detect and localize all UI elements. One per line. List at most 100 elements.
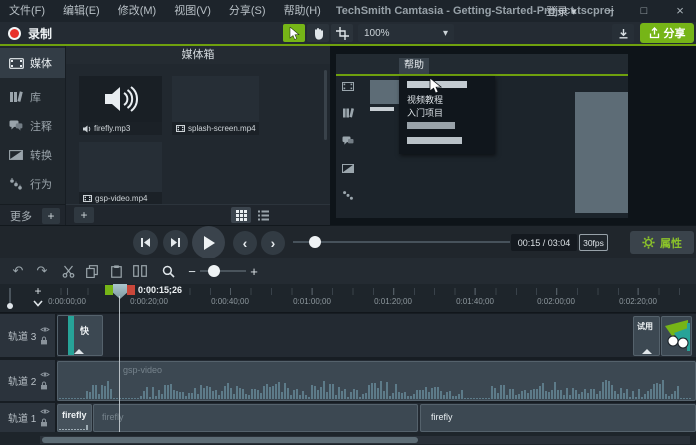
close-button[interactable]: × bbox=[666, 0, 694, 22]
timeline-zoom-in-button[interactable]: + bbox=[246, 263, 262, 279]
eye-icon[interactable] bbox=[40, 408, 50, 415]
timeline-toolbar: ↶ ↷ − + bbox=[0, 258, 696, 284]
import-media-button[interactable]: + bbox=[74, 207, 94, 223]
media-item-firefly-label[interactable]: firefly.mp3 bbox=[79, 122, 162, 135]
track3-lane[interactable] bbox=[57, 314, 696, 357]
crop-tool-button[interactable] bbox=[331, 24, 353, 42]
menu-help[interactable]: 帮助(H) bbox=[275, 0, 330, 22]
list-view-button[interactable] bbox=[254, 207, 272, 223]
track2-gsp-video-clip[interactable]: gsp-video bbox=[57, 361, 696, 401]
scissors-icon bbox=[62, 265, 75, 278]
play-button[interactable] bbox=[192, 226, 225, 259]
sidebar-more-button[interactable]: 更多 bbox=[10, 208, 32, 224]
menu-modify[interactable]: 修改(M) bbox=[109, 0, 166, 22]
minimize-button[interactable]: ─ bbox=[596, 0, 624, 22]
scrub-slider-track[interactable] bbox=[293, 241, 510, 243]
scrub-slider-handle[interactable] bbox=[309, 236, 321, 248]
time-display: 00:15 / 03:04 bbox=[511, 234, 577, 251]
sidebar-item-transitions[interactable]: 转换 bbox=[0, 142, 65, 168]
books-icon bbox=[8, 91, 24, 103]
step-back-button[interactable] bbox=[133, 230, 158, 255]
menu-edit[interactable]: 编辑(E) bbox=[54, 0, 109, 22]
media-item-gsp-thumbnail[interactable] bbox=[79, 142, 162, 192]
zoom-level-select[interactable]: 100% ▾ bbox=[358, 24, 454, 42]
timeline-zoom-slider-track[interactable] bbox=[200, 270, 246, 272]
media-bin-scrollbar[interactable] bbox=[324, 70, 327, 140]
playhead-handle[interactable] bbox=[113, 284, 127, 299]
video-icon bbox=[176, 125, 185, 132]
menu-view[interactable]: 视图(V) bbox=[165, 0, 220, 22]
menu-bar: 文件(F) 编辑(E) 修改(M) 视图(V) 分享(S) 帮助(H) Tech… bbox=[0, 0, 696, 22]
add-tab-button[interactable]: + bbox=[42, 208, 60, 224]
paste-button[interactable] bbox=[108, 263, 124, 279]
add-track-button[interactable]: + bbox=[30, 284, 46, 298]
next-clip-button[interactable]: › bbox=[261, 231, 285, 255]
track3-graphic-clip[interactable] bbox=[661, 316, 692, 356]
ruler-label: 0:00:20;00 bbox=[130, 297, 168, 306]
lock-icon[interactable] bbox=[40, 418, 48, 427]
video-help-menu-label: 帮助 bbox=[399, 58, 429, 74]
media-item-splash-label[interactable]: splash-screen.mp4 bbox=[172, 122, 259, 135]
share-button[interactable]: 分享 bbox=[640, 23, 694, 43]
track1-header[interactable]: 轨道 1 bbox=[0, 403, 55, 432]
track1-firefly-clip-2[interactable]: firefly bbox=[93, 404, 418, 432]
track3-trial-clip[interactable]: 试用 bbox=[633, 316, 660, 356]
previous-clip-button[interactable]: ‹ bbox=[233, 231, 257, 255]
lock-icon[interactable] bbox=[40, 336, 48, 345]
video-menu-item: 入门项目 bbox=[407, 106, 443, 119]
playhead-line[interactable] bbox=[119, 296, 120, 432]
copy-button[interactable] bbox=[84, 263, 100, 279]
grid-view-button[interactable] bbox=[231, 207, 251, 223]
chevron-down-icon[interactable] bbox=[33, 300, 43, 307]
video-right-panel-placeholder bbox=[575, 92, 628, 213]
sidebar-item-behaviors[interactable]: 行为 bbox=[0, 171, 65, 197]
cursor-icon bbox=[289, 27, 300, 40]
sidebar-item-annotations[interactable]: 注释 bbox=[0, 113, 65, 139]
ruler-label: 0:02:20;00 bbox=[619, 297, 657, 306]
track-height-slider-track[interactable] bbox=[9, 288, 11, 303]
timeline-zoom-button[interactable] bbox=[160, 263, 176, 279]
sidebar-item-library[interactable]: 库 bbox=[0, 84, 65, 110]
preview-canvas[interactable]: 帮助 视频教程 入门项目 bbox=[336, 54, 628, 218]
track2-header[interactable]: 轨道 2 bbox=[0, 360, 55, 401]
maximize-button[interactable]: □ bbox=[630, 0, 658, 22]
sign-in-button[interactable]: 登录 ▾ bbox=[546, 3, 577, 19]
track3-header[interactable]: 轨道 3 bbox=[0, 314, 55, 357]
track3-callout-clip[interactable]: 快 bbox=[57, 315, 103, 356]
cursor-tool-button[interactable] bbox=[283, 24, 305, 42]
hscroll-thumb[interactable] bbox=[42, 437, 418, 443]
timeline-ruler[interactable]: 0:00:00;00 0:00:20;00 0:00:40;00 0:01:00… bbox=[0, 284, 696, 313]
pan-tool-button[interactable] bbox=[307, 24, 329, 42]
sidebar-item-label: 行为 bbox=[30, 176, 52, 192]
media-item-firefly-thumbnail[interactable] bbox=[79, 76, 162, 122]
chevron-down-icon: ▾ bbox=[443, 28, 448, 39]
timeline-tracks: 轨道 3 快 试用 轨 bbox=[0, 313, 696, 432]
track1-firefly-clip-3[interactable]: firefly bbox=[420, 404, 696, 432]
split-button[interactable] bbox=[132, 263, 148, 279]
undo-button[interactable]: ↶ bbox=[10, 263, 26, 279]
menu-placeholder-bar bbox=[407, 137, 462, 144]
sidebar-item-media[interactable]: 媒体 bbox=[0, 48, 65, 78]
mini-film-icon bbox=[342, 82, 354, 91]
menu-file[interactable]: 文件(F) bbox=[0, 0, 54, 22]
cut-button[interactable] bbox=[60, 263, 76, 279]
media-item-splash-thumbnail[interactable] bbox=[172, 76, 259, 122]
eye-icon[interactable] bbox=[40, 326, 50, 333]
timeline-zoom-out-button[interactable]: − bbox=[184, 263, 200, 279]
timeline-zoom-slider-handle[interactable] bbox=[208, 265, 220, 277]
lock-icon[interactable] bbox=[40, 381, 48, 390]
download-button[interactable] bbox=[612, 24, 634, 43]
track1-firefly-clip-1[interactable]: firefly bbox=[57, 404, 92, 432]
menu-share[interactable]: 分享(S) bbox=[220, 0, 275, 22]
eye-icon[interactable] bbox=[40, 371, 50, 378]
redo-button[interactable]: ↷ bbox=[34, 263, 50, 279]
gear-icon bbox=[642, 236, 655, 249]
playhead-out-marker[interactable] bbox=[127, 285, 135, 295]
timeline-hscroll bbox=[0, 432, 696, 445]
step-forward-button[interactable] bbox=[163, 230, 188, 255]
track-height-slider-handle[interactable] bbox=[7, 303, 13, 309]
record-button[interactable]: 录制 bbox=[8, 22, 52, 44]
play-icon bbox=[202, 235, 216, 251]
properties-button[interactable]: 属性 bbox=[630, 231, 694, 254]
playhead-in-marker[interactable] bbox=[105, 285, 113, 295]
